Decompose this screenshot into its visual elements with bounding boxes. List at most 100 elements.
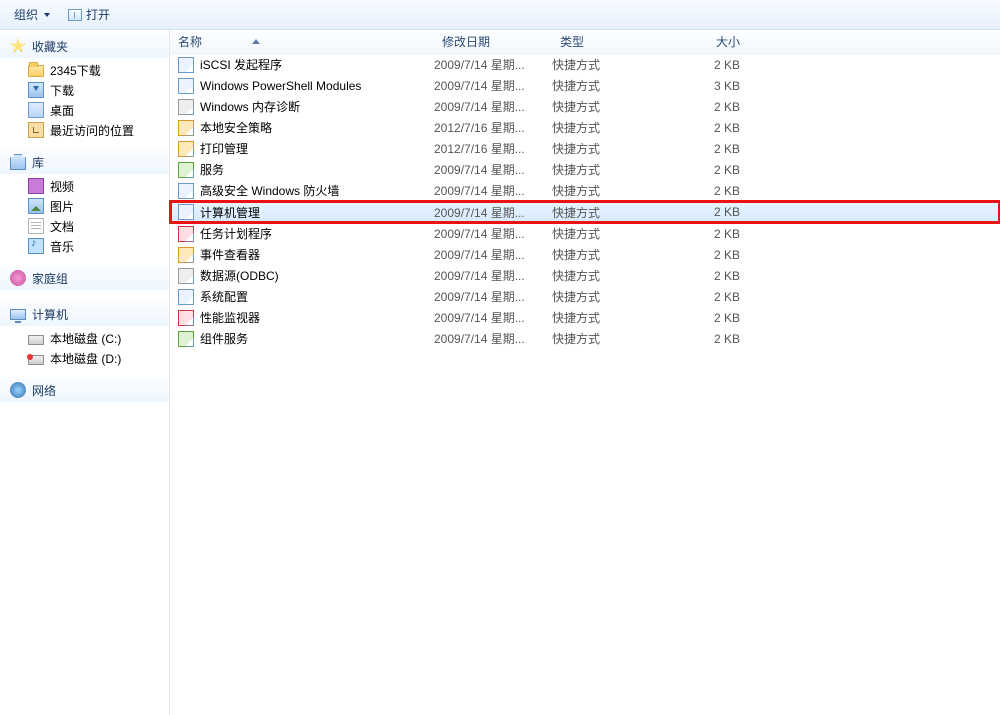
file-type: 快捷方式 xyxy=(552,288,672,305)
file-icon xyxy=(178,331,194,347)
organize-label: 组织 xyxy=(14,6,38,23)
sidebar-item-disk-d[interactable]: 本地磁盘 (D:) xyxy=(0,348,169,368)
document-icon xyxy=(28,218,44,234)
file-row[interactable]: 打印管理2012/7/16 星期...快捷方式2 KB xyxy=(170,138,1000,159)
file-row[interactable]: 系统配置2009/7/14 星期...快捷方式2 KB xyxy=(170,286,1000,307)
file-type: 快捷方式 xyxy=(552,246,672,263)
file-name: 高级安全 Windows 防火墙 xyxy=(200,182,339,199)
file-type: 快捷方式 xyxy=(552,98,672,115)
file-date: 2009/7/14 星期... xyxy=(434,98,552,115)
sidebar-group-computer[interactable]: 计算机 xyxy=(0,302,169,326)
col-size[interactable]: 大小 xyxy=(672,33,752,50)
file-icon xyxy=(178,57,194,73)
file-row[interactable]: 计算机管理2009/7/14 星期...快捷方式2 KB xyxy=(170,201,1000,223)
sidebar-group-favorites[interactable]: 收藏夹 xyxy=(0,34,169,58)
download-icon xyxy=(28,82,44,98)
open-label: 打开 xyxy=(86,6,110,23)
col-type[interactable]: 类型 xyxy=(552,33,672,50)
sidebar-group-libraries[interactable]: 库 xyxy=(0,150,169,174)
sidebar-item-music[interactable]: 音乐 xyxy=(0,236,169,256)
file-type: 快捷方式 xyxy=(552,225,672,242)
file-name: iSCSI 发起程序 xyxy=(200,56,282,73)
file-name: Windows PowerShell Modules xyxy=(200,79,361,93)
file-date: 2009/7/14 星期... xyxy=(434,225,552,242)
file-size: 2 KB xyxy=(672,290,746,304)
open-icon xyxy=(68,9,82,21)
file-row[interactable]: Windows PowerShell Modules 2009/7/14 星期..… xyxy=(170,75,1000,96)
sidebar-group-homegroup[interactable]: 家庭组 xyxy=(0,266,169,290)
file-size: 2 KB xyxy=(672,248,746,262)
file-date: 2009/7/14 星期... xyxy=(434,204,552,221)
file-row[interactable]: 本地安全策略2012/7/16 星期...快捷方式2 KB xyxy=(170,117,1000,138)
file-rows: iSCSI 发起程序2009/7/14 星期...快捷方式2 KBWindows… xyxy=(170,54,1000,349)
video-icon xyxy=(28,178,44,194)
file-date: 2009/7/14 星期... xyxy=(434,77,552,94)
file-type: 快捷方式 xyxy=(552,161,672,178)
file-date: 2012/7/16 星期... xyxy=(434,140,552,157)
file-name: 服务 xyxy=(200,161,224,178)
sidebar-item-pictures[interactable]: 图片 xyxy=(0,196,169,216)
file-name: 事件查看器 xyxy=(200,246,260,263)
sidebar-item-video[interactable]: 视频 xyxy=(0,176,169,196)
homegroup-icon xyxy=(10,270,26,286)
file-size: 2 KB xyxy=(672,311,746,325)
file-row[interactable]: 组件服务2009/7/14 星期...快捷方式2 KB xyxy=(170,328,1000,349)
file-icon xyxy=(178,310,194,326)
file-name: 系统配置 xyxy=(200,288,248,305)
file-icon xyxy=(178,120,194,136)
file-name: 计算机管理 xyxy=(200,204,260,221)
file-row[interactable]: iSCSI 发起程序2009/7/14 星期...快捷方式2 KB xyxy=(170,54,1000,75)
star-icon xyxy=(10,38,26,54)
file-size: 2 KB xyxy=(672,269,746,283)
file-date: 2009/7/14 星期... xyxy=(434,330,552,347)
folder-icon xyxy=(28,65,44,77)
file-type: 快捷方式 xyxy=(552,330,672,347)
file-row[interactable]: 事件查看器2009/7/14 星期...快捷方式2 KB xyxy=(170,244,1000,265)
sidebar-item-2345[interactable]: 2345下载 xyxy=(0,60,169,80)
file-row[interactable]: 性能监视器2009/7/14 星期...快捷方式2 KB xyxy=(170,307,1000,328)
chevron-down-icon xyxy=(44,13,50,17)
sidebar-item-disk-c[interactable]: 本地磁盘 (C:) xyxy=(0,328,169,348)
file-size: 3 KB xyxy=(672,79,746,93)
file-icon xyxy=(178,289,194,305)
sidebar-group-network[interactable]: 网络 xyxy=(0,378,169,402)
disk-icon xyxy=(28,355,44,365)
file-row[interactable]: 高级安全 Windows 防火墙2009/7/14 星期...快捷方式2 KB xyxy=(170,180,1000,201)
file-size: 2 KB xyxy=(672,163,746,177)
open-button[interactable]: 打开 xyxy=(62,4,116,25)
file-icon xyxy=(178,226,194,242)
file-size: 2 KB xyxy=(672,205,746,219)
file-date: 2012/7/16 星期... xyxy=(434,119,552,136)
file-icon xyxy=(178,99,194,115)
file-icon xyxy=(178,141,194,157)
file-row[interactable]: 数据源(ODBC)2009/7/14 星期...快捷方式2 KB xyxy=(170,265,1000,286)
favorites-label: 收藏夹 xyxy=(32,38,68,55)
file-type: 快捷方式 xyxy=(552,77,672,94)
file-icon xyxy=(178,162,194,178)
sort-asc-icon xyxy=(252,39,260,44)
library-icon xyxy=(10,154,26,170)
organize-button[interactable]: 组织 xyxy=(8,4,56,25)
file-name: 组件服务 xyxy=(200,330,248,347)
file-row[interactable]: Windows 内存诊断2009/7/14 星期...快捷方式2 KB xyxy=(170,96,1000,117)
col-name[interactable]: 名称 xyxy=(170,33,434,50)
col-date[interactable]: 修改日期 xyxy=(434,33,552,50)
recent-icon xyxy=(28,122,44,138)
file-row[interactable]: 服务2009/7/14 星期...快捷方式2 KB xyxy=(170,159,1000,180)
computer-items: 本地磁盘 (C:) 本地磁盘 (D:) xyxy=(0,326,169,378)
sidebar-item-documents[interactable]: 文档 xyxy=(0,216,169,236)
file-type: 快捷方式 xyxy=(552,309,672,326)
disk-icon xyxy=(28,335,44,345)
computer-icon xyxy=(10,309,26,320)
sidebar-item-desktop[interactable]: 桌面 xyxy=(0,100,169,120)
sidebar-item-downloads[interactable]: 下载 xyxy=(0,80,169,100)
file-icon xyxy=(178,247,194,263)
sidebar-item-recent[interactable]: 最近访问的位置 xyxy=(0,120,169,140)
file-size: 2 KB xyxy=(672,142,746,156)
sidebar: 收藏夹 2345下载 下载 桌面 最近访问的位置 库 视频 图片 文档 音乐 家… xyxy=(0,30,170,715)
toolbar: 组织 打开 xyxy=(0,0,1000,30)
file-type: 快捷方式 xyxy=(552,140,672,157)
file-name: 性能监视器 xyxy=(200,309,260,326)
file-row[interactable]: 任务计划程序2009/7/14 星期...快捷方式2 KB xyxy=(170,223,1000,244)
network-icon xyxy=(10,382,26,398)
